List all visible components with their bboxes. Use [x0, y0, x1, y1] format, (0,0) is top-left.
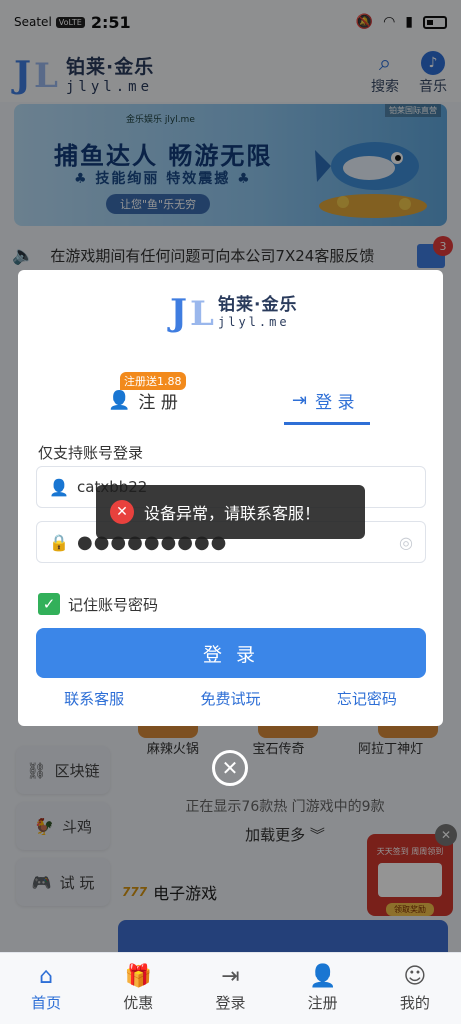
login-hint: 仅支持账号登录 [38, 444, 144, 462]
home-icon: ⌂ [39, 964, 54, 989]
add-user-icon: 👤 [308, 964, 337, 989]
tab-label: 我的 [399, 994, 430, 1012]
auth-tabs: 注册送1.88 👤 注 册 ⇥ 登 录 [18, 372, 443, 426]
user-icon: ☺ [403, 964, 427, 989]
modal-logo: JL 铂莱·金乐 jlyl.me [170, 290, 298, 334]
active-tab-indicator [284, 422, 370, 425]
error-toast: ✕ 设备异常，请联系客服！ [96, 485, 365, 539]
tab-home[interactable]: ⌂ 首页 [11, 964, 81, 1013]
login-icon: ⇥ [292, 390, 308, 411]
tab-login[interactable]: ⇥ 登录 [195, 964, 265, 1013]
forgot-password-link[interactable]: 忘记密码 [337, 688, 397, 709]
modal-logo-en: jlyl.me [218, 315, 290, 329]
tab-register[interactable]: 👤 注册 [288, 964, 358, 1013]
contact-support-link[interactable]: 联系客服 [64, 688, 124, 709]
login-button[interactable]: 登 录 [36, 628, 426, 678]
tab-label: 登录 [215, 994, 246, 1012]
tab-promotions[interactable]: 🎁 优惠 [103, 964, 173, 1013]
tab-login[interactable]: ⇥ 登 录 [292, 388, 355, 413]
modal-logo-cn: 铂莱·金乐 [218, 295, 298, 315]
remember-me[interactable]: ✓ 记住账号密码 [38, 593, 158, 615]
tab-label: 注册 [307, 994, 338, 1012]
add-user-icon: 👤 [108, 390, 131, 411]
close-modal-button[interactable]: ✕ [212, 750, 248, 786]
modal-links: 联系客服 免费试玩 忘记密码 [18, 688, 443, 709]
tab-label: 登 录 [315, 393, 355, 413]
tab-profile[interactable]: ☺ 我的 [380, 964, 450, 1013]
free-trial-link[interactable]: 免费试玩 [200, 688, 260, 709]
login-icon: ⇥ [221, 964, 240, 989]
tab-label: 优惠 [123, 994, 154, 1012]
bottom-tab-bar: ⌂ 首页 🎁 优惠 ⇥ 登录 👤 注册 ☺ 我的 [0, 952, 461, 1024]
gift-icon: 🎁 [124, 964, 152, 989]
tab-label: 首页 [31, 994, 62, 1012]
error-icon: ✕ [110, 500, 134, 524]
user-icon: 👤 [49, 477, 69, 497]
lock-icon: 🔒 [49, 532, 69, 552]
logo-mark: JL [170, 291, 214, 334]
tab-label: 注 册 [138, 393, 178, 413]
remember-label: 记住账号密码 [68, 595, 159, 614]
tab-register[interactable]: 👤 注 册 [108, 388, 178, 413]
toast-message: 设备异常，请联系客服！ [144, 504, 321, 523]
eye-off-icon[interactable]: ◎ [399, 533, 413, 552]
checkbox-checked-icon[interactable]: ✓ [38, 593, 60, 615]
